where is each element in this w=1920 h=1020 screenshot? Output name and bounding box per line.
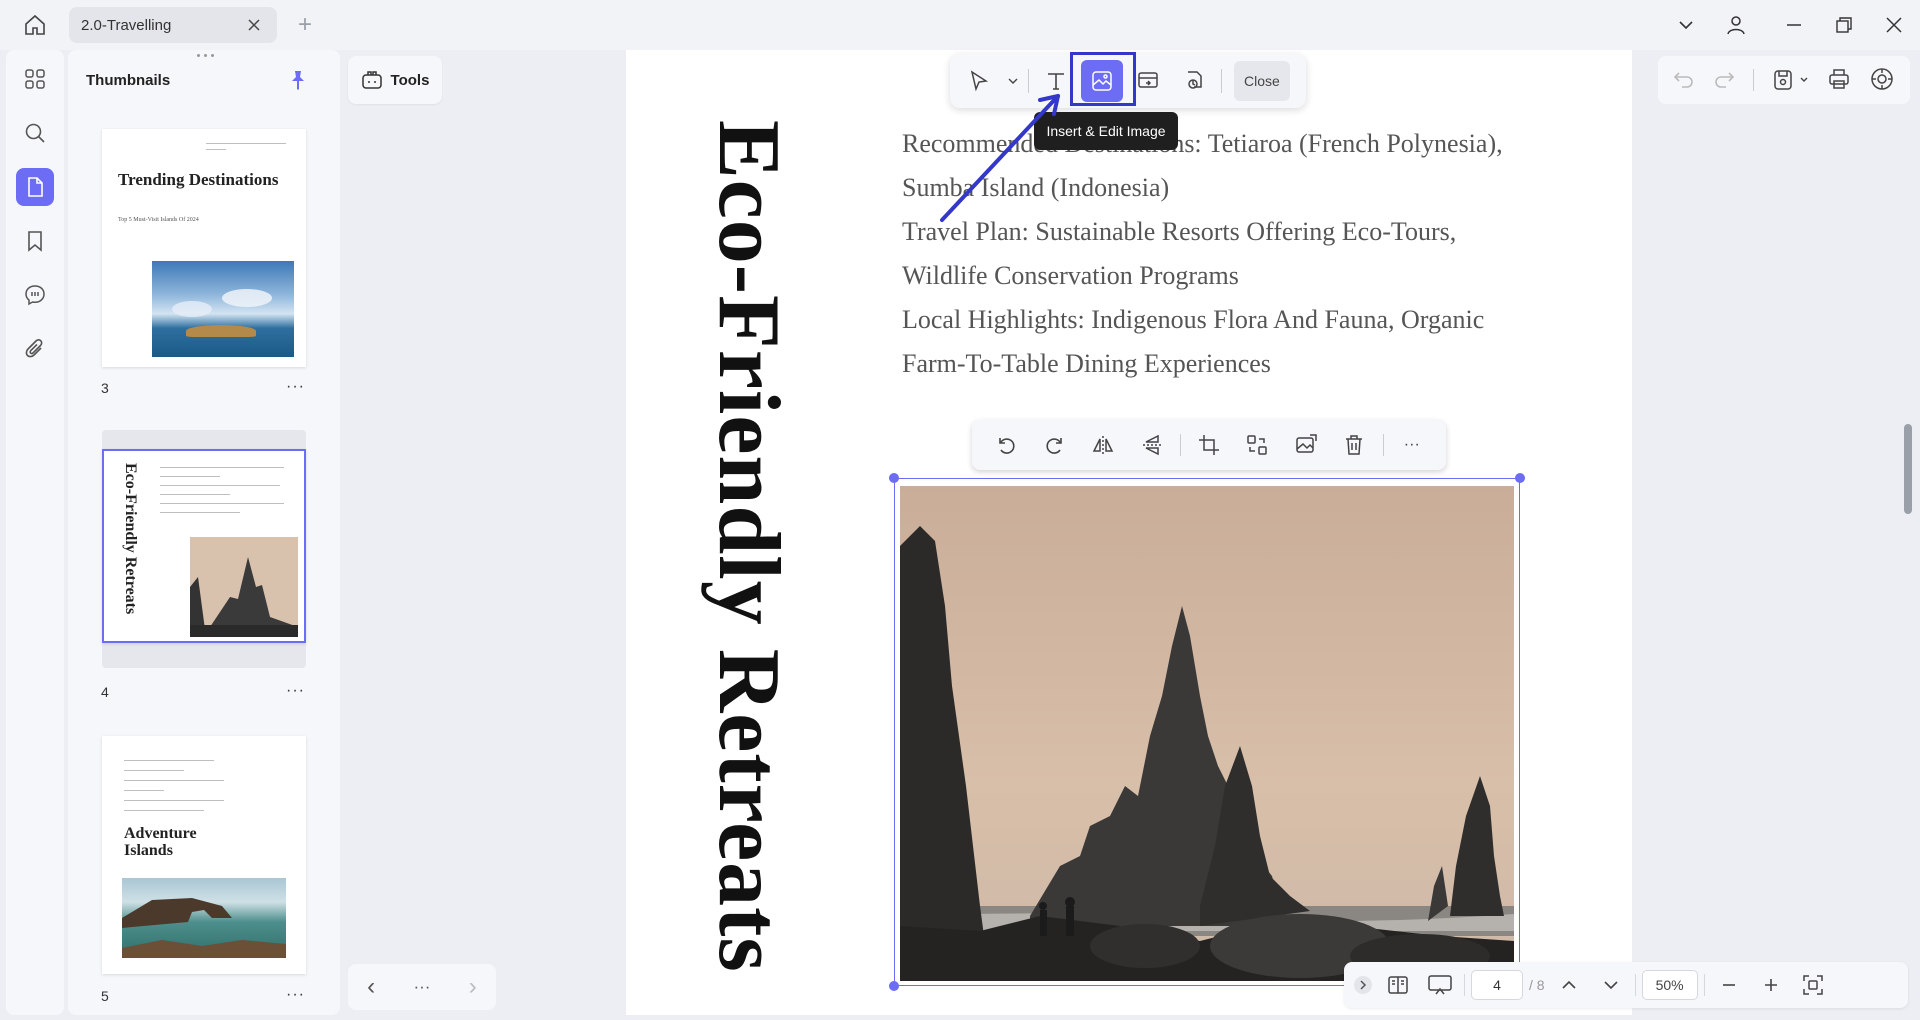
thumb-heading: Trending Destinations: [118, 170, 279, 189]
chevron-up-icon[interactable]: [1551, 967, 1587, 1003]
thumbnails-panel: Thumbnails Trending Destinations Top 5 M…: [68, 50, 340, 1015]
close-edit-button[interactable]: Close: [1234, 61, 1290, 101]
title-bar: 2.0-Travelling +: [0, 0, 1920, 50]
delete-icon[interactable]: [1335, 425, 1373, 465]
tools-panel: Tools ‹ ··· ›: [344, 50, 624, 1015]
page-thumbnail-selected[interactable]: Eco-Friendly Retreats: [102, 449, 306, 643]
separator: [1752, 69, 1754, 91]
pin-icon[interactable]: [286, 68, 310, 92]
close-tab-icon[interactable]: [243, 14, 265, 36]
bottom-navigation-bar: / 8 50%: [1344, 962, 1908, 1008]
document-tab[interactable]: 2.0-Travelling: [69, 7, 277, 43]
restore-icon[interactable]: [1824, 10, 1864, 40]
separator: [1464, 974, 1465, 996]
close-window-icon[interactable]: [1874, 10, 1914, 40]
rotate-right-icon[interactable]: [1035, 425, 1073, 465]
page-more-button[interactable]: ···: [286, 682, 305, 700]
page-more-button[interactable]: ···: [286, 986, 305, 1004]
text-line: Local Highlights: Indigenous Flora And F…: [902, 305, 1485, 334]
thumbnails-title: Thumbnails: [86, 72, 171, 89]
separator: [1179, 434, 1181, 456]
total-pages: / 8: [1529, 977, 1545, 993]
page-nav-mini: ‹ ··· ›: [348, 964, 496, 1010]
left-rail: [6, 50, 64, 1015]
save-icon[interactable]: [1771, 68, 1809, 92]
tools-button[interactable]: Tools: [348, 56, 442, 104]
thumb-arch-image: [122, 878, 286, 958]
document-page[interactable]: Eco-Friendly Retreats Recommended Destin…: [626, 50, 1632, 1015]
text-line: Wildlife Conservation Programs: [902, 261, 1239, 290]
thumb-heading: Adventure Islands: [124, 825, 197, 859]
collapse-arrow-icon[interactable]: [1352, 967, 1374, 1003]
thumb-island-image: [152, 261, 294, 357]
rotate-left-icon[interactable]: [987, 425, 1025, 465]
text-line: Farm-To-Table Dining Experiences: [902, 349, 1271, 378]
more-options-button[interactable]: ···: [1393, 425, 1431, 465]
page-thumbnail[interactable]: Trending Destinations Top 5 Must-Visit I…: [102, 129, 306, 367]
extract-image-icon[interactable]: [1287, 425, 1325, 465]
sea-stacks-photo[interactable]: [900, 486, 1514, 981]
separator: [1634, 974, 1636, 996]
panel-grip[interactable]: [190, 54, 220, 60]
resize-handle[interactable]: [889, 473, 899, 483]
separator: [1221, 69, 1222, 93]
page-number: 4: [101, 684, 109, 700]
vertical-scrollbar[interactable]: [1904, 424, 1912, 514]
page-thumbnail[interactable]: Adventure Islands: [102, 736, 306, 974]
thumb-subheading: Top 5 Must-Visit Islands Of 2024: [118, 217, 199, 223]
crop-icon[interactable]: [1190, 425, 1228, 465]
pages-icon[interactable]: [16, 168, 54, 206]
right-panel: [1634, 50, 1920, 1015]
separator: [1703, 974, 1705, 996]
replace-image-icon[interactable]: [1238, 425, 1276, 465]
thumbnails-grid-icon[interactable]: [16, 60, 54, 98]
resize-handle[interactable]: [1515, 473, 1525, 483]
flip-horizontal-icon[interactable]: [1084, 425, 1122, 465]
search-icon[interactable]: [16, 114, 54, 152]
vertical-page-title[interactable]: Eco-Friendly Retreats: [698, 120, 799, 973]
tools-label: Tools: [390, 71, 430, 89]
new-tab-button[interactable]: +: [292, 11, 318, 38]
chevron-down-icon[interactable]: [1666, 10, 1706, 40]
zoom-out-icon[interactable]: [1711, 967, 1747, 1003]
image-context-toolbar: ···: [972, 420, 1446, 470]
resize-handle[interactable]: [889, 981, 899, 991]
current-page-input[interactable]: [1471, 970, 1523, 1000]
chevron-down-icon[interactable]: [1593, 967, 1629, 1003]
comments-icon[interactable]: [16, 276, 54, 314]
right-toolbar: [1658, 56, 1910, 104]
account-icon[interactable]: [1716, 10, 1756, 40]
next-page-button[interactable]: ›: [469, 973, 477, 1001]
presentation-icon[interactable]: [1422, 967, 1458, 1003]
zoom-in-icon[interactable]: [1753, 967, 1789, 1003]
toolbox-icon: [361, 71, 382, 89]
highlight-annotation: [1070, 52, 1136, 106]
minimize-icon[interactable]: [1774, 10, 1814, 40]
home-icon[interactable]: [16, 10, 54, 40]
undo-icon[interactable]: [1673, 68, 1695, 93]
zoom-level[interactable]: 50%: [1641, 970, 1698, 1000]
print-icon[interactable]: [1827, 67, 1851, 94]
page-number: 3: [101, 380, 109, 396]
prev-page-button[interactable]: ‹: [367, 973, 375, 1001]
stamp-tool-icon[interactable]: [1173, 60, 1215, 102]
thumb-rocks-image: [190, 537, 298, 637]
page-more-button[interactable]: ···: [286, 378, 305, 396]
attachment-icon[interactable]: [16, 330, 54, 368]
pager-more-button[interactable]: ···: [413, 977, 430, 997]
reading-mode-icon[interactable]: [1380, 967, 1416, 1003]
fit-page-icon[interactable]: [1795, 967, 1831, 1003]
thumb-vertical-heading: Eco-Friendly Retreats: [122, 463, 139, 615]
arrow-annotation: [940, 94, 1060, 222]
tab-title: 2.0-Travelling: [81, 16, 172, 34]
bookmark-icon[interactable]: [16, 222, 54, 260]
redo-icon[interactable]: [1713, 68, 1735, 93]
separator: [1382, 434, 1384, 456]
ai-assistant-icon[interactable]: [1869, 66, 1895, 95]
page-number: 5: [101, 988, 109, 1004]
flip-vertical-icon[interactable]: [1132, 425, 1170, 465]
